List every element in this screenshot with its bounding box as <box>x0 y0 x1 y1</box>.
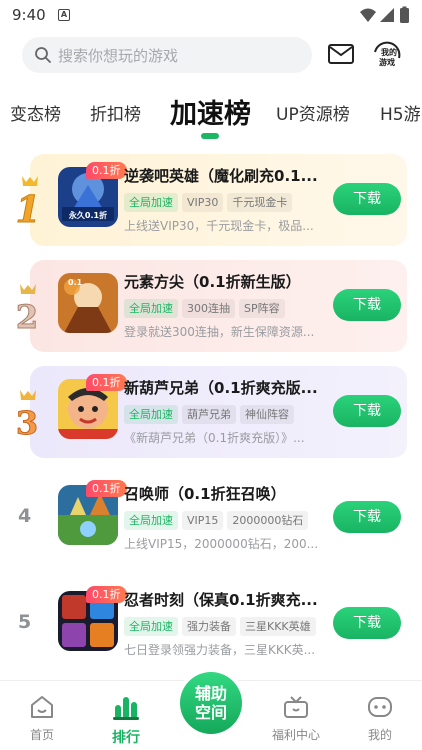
tag: 全局加速 <box>124 511 178 530</box>
game-row-3[interactable]: 3 0.1折 新葫芦兄弟（0.1折爽充版... 全局加速 葫芦兄弟 神仙阵容 《新葫… <box>0 366 422 458</box>
tab-indicator <box>201 133 219 139</box>
download-button[interactable]: 下载 <box>333 501 401 533</box>
battery-icon <box>400 8 409 23</box>
game-row-4[interactable]: 4 0.1折 召唤师（0.1折狂召唤） 全局加速 VIP15 2000000钻石 上… <box>0 472 422 564</box>
tag: VIP30 <box>182 193 224 212</box>
game-row-5[interactable]: 5 0.1折 忍者时刻（保真0.1折爽充... 全局加速 强力装备 三星KKK英雄 … <box>0 578 422 670</box>
assist-label-line1: 辅助 <box>194 684 227 703</box>
tag-list: 全局加速 VIP15 2000000钻石 <box>124 509 329 530</box>
download-button[interactable]: 下载 <box>333 395 401 427</box>
game-row-2[interactable]: 2 0.1 元素方尖（0.1折新生版） 全局加速 300连抽 SP阵容 登录就送30… <box>0 260 422 352</box>
game-title[interactable]: 元素方尖（0.1折新生版） <box>124 271 328 292</box>
tag: 2000000钻石 <box>227 511 309 530</box>
game-row-1[interactable]: 1 永久0.1折 0.1折 逆袭吧英雄（魔化刷充0.1... 全局加速 VIP30… <box>0 154 422 246</box>
tag-list: 全局加速 VIP30 千元现金卡 <box>124 191 329 212</box>
wifi-icon <box>360 8 376 22</box>
rank-2-icon: 2 <box>15 284 39 332</box>
tag-list: 全局加速 300连抽 SP阵容 <box>124 297 329 318</box>
tag-list: 全局加速 强力装备 三星KKK英雄 <box>124 615 329 636</box>
nav-home[interactable]: 首页 <box>0 681 84 750</box>
profile-icon <box>368 697 392 717</box>
game-description: 七日登录领强力装备，三星KKK英... <box>124 643 316 657</box>
nav-label: 我的 <box>367 728 392 742</box>
search-bar[interactable]: 搜索你想玩的游戏 <box>22 37 312 73</box>
rank-1-icon: 1 <box>15 176 41 226</box>
download-button[interactable]: 下载 <box>333 607 401 639</box>
ranking-icon <box>113 697 139 720</box>
home-icon <box>31 696 53 718</box>
assist-label-line2: 空间 <box>194 703 227 722</box>
game-title[interactable]: 忍者时刻（保真0.1折爽充... <box>124 589 328 610</box>
tag-list: 全局加速 葫芦兄弟 神仙阵容 <box>124 403 329 424</box>
game-title[interactable]: 逆袭吧英雄（魔化刷充0.1... <box>124 165 328 186</box>
game-description: 上线VIP15，2000000钻石，200... <box>124 537 319 551</box>
tag: 千元现金卡 <box>227 193 293 212</box>
search-icon <box>35 47 51 63</box>
status-time: 9:40 <box>12 6 46 24</box>
tag: VIP15 <box>182 511 224 530</box>
rank-1-digit: 1 <box>15 189 40 226</box>
nav-label: 排行 <box>112 730 140 746</box>
discount-badge: 0.1折 <box>86 162 127 179</box>
nav-ranking[interactable]: 排行 <box>84 681 168 750</box>
game-title[interactable]: 新葫芦兄弟（0.1折爽充版... <box>124 377 328 398</box>
nav-label: 首页 <box>29 728 54 742</box>
game-thumbnail: 0.1 <box>58 273 118 333</box>
discount-badge: 0.1折 <box>86 374 127 391</box>
discount-badge: 0.1折 <box>86 586 127 603</box>
nav-label: 福利中心 <box>271 728 320 742</box>
rank-3-icon: 3 <box>15 390 39 438</box>
discount-badge: 0.1折 <box>86 480 127 497</box>
thumb-text: 永久0.1折 <box>68 210 107 220</box>
system-status-icons <box>360 6 409 23</box>
tag: 葫芦兄弟 <box>182 405 236 424</box>
tab-biantai[interactable]: 变态榜 <box>10 100 61 125</box>
rank-number: 4 <box>18 505 32 527</box>
tag: 300连抽 <box>182 299 235 318</box>
my-games-label-2: 游戏 <box>379 57 395 67</box>
tag: 全局加速 <box>124 617 178 636</box>
status-bar: 9:40 A <box>0 0 422 32</box>
tab-jiasu[interactable]: 加速榜 <box>170 92 251 131</box>
tag: SP阵容 <box>239 299 285 318</box>
tag: 全局加速 <box>124 193 178 212</box>
tag: 三星KKK英雄 <box>240 617 316 636</box>
notification-a-icon: A <box>58 9 70 21</box>
nav-welfare[interactable]: 福利中心 <box>254 681 338 750</box>
my-games-label-1: 我的 <box>381 47 397 57</box>
assist-space-button[interactable]: 辅助 空间 <box>180 672 242 734</box>
tag: 神仙阵容 <box>240 405 294 424</box>
tab-zhekou[interactable]: 折扣榜 <box>90 100 141 125</box>
download-button[interactable]: 下载 <box>333 289 401 321</box>
thumb-text: 0.1 <box>68 278 83 287</box>
tag: 全局加速 <box>124 405 178 424</box>
tab-h5[interactable]: H5游 <box>380 100 421 125</box>
game-description: 上线送VIP30，千元现金卡，极品... <box>124 219 314 233</box>
search-placeholder: 搜索你想玩的游戏 <box>58 47 179 65</box>
nav-profile[interactable]: 我的 <box>338 681 422 750</box>
gift-icon <box>284 696 308 718</box>
rank-number: 5 <box>18 611 32 633</box>
rank-2-digit: 2 <box>16 298 38 332</box>
download-button[interactable]: 下载 <box>333 183 401 215</box>
signal-icon <box>380 8 394 22</box>
game-description: 登录就送300连抽，新生保障资源... <box>124 325 315 339</box>
game-description: 《新葫芦兄弟（0.1折爽充版）》... <box>124 431 305 445</box>
rank-3-digit: 3 <box>16 404 38 438</box>
tab-up-resource[interactable]: UP资源榜 <box>276 100 350 125</box>
tag: 强力装备 <box>182 617 236 636</box>
mail-icon[interactable] <box>327 42 355 66</box>
game-title[interactable]: 召唤师（0.1折狂召唤） <box>124 483 328 504</box>
tag: 全局加速 <box>124 299 178 318</box>
my-games-icon[interactable]: 我的 游戏 <box>369 38 405 70</box>
